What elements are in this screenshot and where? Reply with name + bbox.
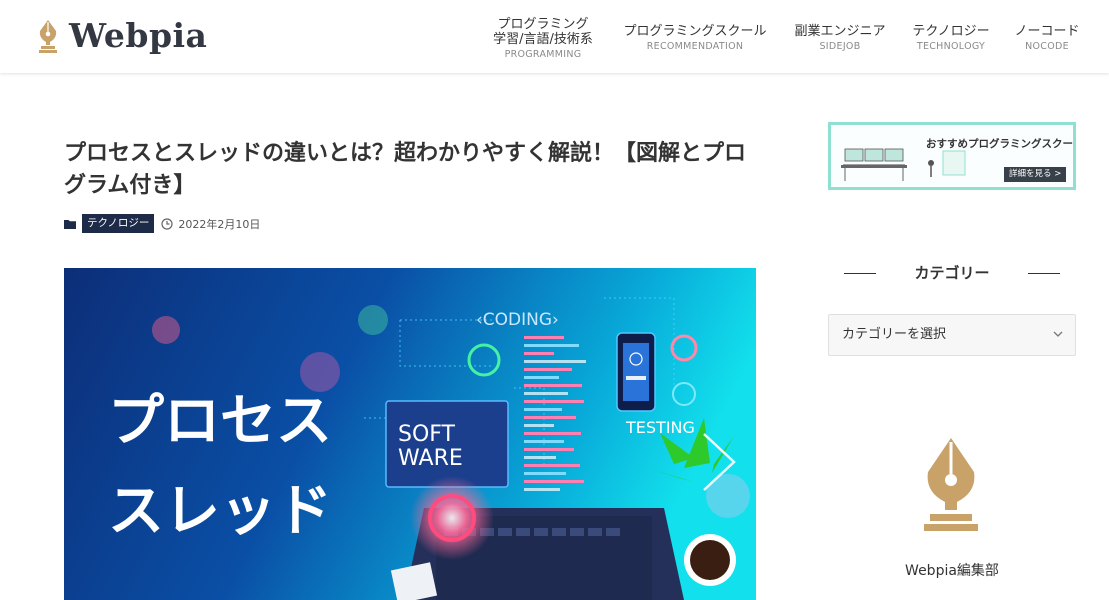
- nav-label: プログラミング: [497, 17, 589, 32]
- category-heading: カテゴリー: [914, 264, 990, 282]
- publish-date: 2022年2月10日: [178, 217, 261, 231]
- nav-label: 副業エンジニア: [794, 24, 886, 39]
- fountain-pen-icon: [39, 20, 57, 53]
- category-badge[interactable]: テクノロジー: [82, 214, 155, 233]
- category-widget-title: カテゴリー: [828, 262, 1076, 284]
- nav-item-recommendation[interactable]: プログラミングスクール RECOMMENDATION: [617, 0, 773, 97]
- nav-item-technology[interactable]: テクノロジー TECHNOLOGY: [906, 0, 996, 97]
- folder-icon: [64, 219, 76, 229]
- clock-icon: [161, 217, 173, 230]
- banner-title: おすすめプログラミングスクール: [926, 138, 1076, 150]
- nav-sublabel: RECOMMENDATION: [646, 41, 744, 52]
- title-divider: [844, 273, 876, 274]
- site-logo[interactable]: Webpia: [37, 16, 207, 56]
- category-select[interactable]: カテゴリーを選択: [828, 314, 1076, 356]
- article-title: プロセスとスレッドの違いとは？超わかりやすく解説！【図解とプログラム付き】: [64, 141, 747, 198]
- hero-text-process: プロセス: [108, 389, 332, 454]
- article-meta: テクノロジー 2022年2月10日: [64, 214, 260, 233]
- nav-item-programming[interactable]: プログラミング 学習/言語/技術系 PROGRAMMING: [486, 0, 600, 90]
- fountain-pen-icon: [924, 438, 978, 531]
- software-line2: WARE: [398, 446, 463, 471]
- nav-label: テクノロジー: [912, 24, 990, 39]
- nav-label: プログラミングスクール: [623, 24, 767, 39]
- hero-illustration: ‹CODING› SOFT WARE TESTING プロセス スレッド: [64, 268, 756, 600]
- nav-item-sidejob[interactable]: 副業エンジニア SIDEJOB: [788, 0, 892, 97]
- category-select-value: カテゴリーを選択: [842, 327, 947, 342]
- hero-image: ‹CODING› SOFT WARE TESTING プロセス スレッド: [64, 268, 756, 600]
- author-name[interactable]: Webpia編集部: [828, 560, 1076, 580]
- site-header: Webpia プログラミング 学習/言語/技術系 PROGRAMMING プログ…: [0, 0, 1109, 73]
- nav-sublabel: NOCODE: [1025, 41, 1069, 52]
- logo-text: Webpia: [69, 16, 208, 55]
- programming-school-banner[interactable]: おすすめプログラミングスクール 詳細を見る >: [828, 122, 1076, 190]
- coding-label: ‹CODING›: [476, 310, 559, 330]
- nav-sublabel: SIDEJOB: [819, 41, 861, 52]
- software-line1: SOFT: [398, 422, 456, 447]
- title-divider: [1028, 273, 1060, 274]
- chevron-down-icon: [1053, 331, 1063, 337]
- hero-text-thread: スレッド: [108, 479, 332, 544]
- nav-sublabel: PROGRAMMING: [504, 49, 582, 60]
- nav-sublabel: TECHNOLOGY: [916, 41, 986, 52]
- nav-label: ノーコード: [1014, 24, 1080, 39]
- nav-item-nocode[interactable]: ノーコード NOCODE: [1008, 0, 1086, 97]
- testing-label: TESTING: [625, 418, 695, 437]
- nav-label: 学習/言語/技術系: [493, 32, 593, 47]
- banner-details-button[interactable]: 詳細を見る >: [1004, 167, 1067, 182]
